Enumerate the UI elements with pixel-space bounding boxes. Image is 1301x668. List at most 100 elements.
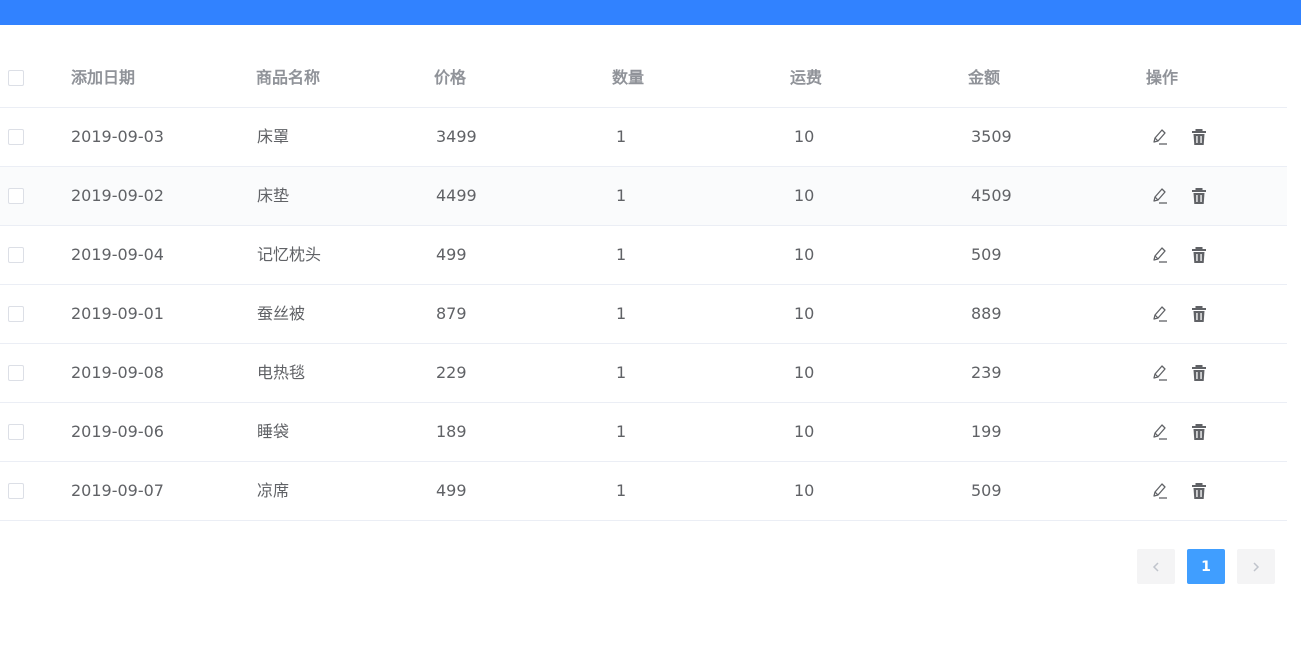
row-checkbox[interactable] [8,483,24,499]
cell-price: 879 [436,304,467,323]
cell-qty: 1 [616,304,627,323]
cell-total: 509 [971,481,1002,500]
edit-button[interactable] [1148,479,1172,503]
cell-shipping: 10 [794,481,815,500]
cell-total: 4509 [971,186,1012,205]
cell-name: 床垫 [257,186,290,205]
delete-icon [1192,424,1206,440]
cell-total: 889 [971,304,1002,323]
header-ops: 操作 [1146,68,1179,87]
cell-shipping: 10 [794,186,815,205]
chevron-right-icon [1253,561,1260,572]
row-actions [1148,479,1211,503]
header-date[interactable]: 添加日期 [71,49,135,107]
table-header: 添加日期 商品名称 价格 数量 运费 金额 操作 [0,49,1287,108]
edit-button[interactable] [1148,420,1172,444]
cell-price: 229 [436,363,467,382]
cell-price: 499 [436,481,467,500]
edit-button[interactable] [1148,243,1172,267]
edit-icon [1153,129,1167,145]
delete-button[interactable] [1187,125,1211,149]
cell-total: 199 [971,422,1002,441]
edit-icon [1153,306,1167,322]
top-bar [0,0,1301,25]
cell-total: 509 [971,245,1002,264]
delete-icon [1192,365,1206,381]
table-row: 2019-09-01 蚕丝被 879 1 10 889 [0,285,1287,344]
row-checkbox[interactable] [8,188,24,204]
cell-name: 床罩 [257,127,290,146]
cell-qty: 1 [616,127,627,146]
row-checkbox[interactable] [8,129,24,145]
cell-name: 睡袋 [257,422,290,441]
row-actions [1148,361,1211,385]
edit-button[interactable] [1148,184,1172,208]
delete-icon [1192,188,1206,204]
cell-qty: 1 [616,422,627,441]
delete-button[interactable] [1187,420,1211,444]
edit-icon [1153,247,1167,263]
cell-price: 189 [436,422,467,441]
table-row: 2019-09-06 睡袋 189 1 10 199 [0,403,1287,462]
table-row: 2019-09-02 床垫 4499 1 10 4509 [0,167,1287,226]
cell-name: 凉席 [257,481,290,500]
row-actions [1148,420,1211,444]
cell-date: 2019-09-01 [71,304,164,323]
cell-name: 电热毯 [257,363,306,382]
edit-icon [1153,188,1167,204]
edit-icon [1153,365,1167,381]
select-all-checkbox[interactable] [8,70,24,86]
row-actions [1148,125,1211,149]
cell-qty: 1 [616,186,627,205]
cell-shipping: 10 [794,422,815,441]
cell-date: 2019-09-04 [71,245,164,264]
cell-shipping: 10 [794,127,815,146]
cell-name: 蚕丝被 [257,304,306,323]
pagination: 1 [0,549,1301,584]
delete-button[interactable] [1187,184,1211,208]
delete-button[interactable] [1187,479,1211,503]
delete-button[interactable] [1187,243,1211,267]
table-row: 2019-09-03 床罩 3499 1 10 3509 [0,108,1287,167]
delete-icon [1192,129,1206,145]
cell-qty: 1 [616,245,627,264]
cell-date: 2019-09-03 [71,127,164,146]
cell-shipping: 10 [794,304,815,323]
next-page-button[interactable] [1237,549,1275,584]
edit-icon [1153,483,1167,499]
header-qty[interactable]: 数量 [612,49,644,107]
cell-shipping: 10 [794,363,815,382]
cell-price: 499 [436,245,467,264]
edit-button[interactable] [1148,125,1172,149]
edit-icon [1153,424,1167,440]
row-actions [1148,243,1211,267]
table-row: 2019-09-04 记忆枕头 499 1 10 509 [0,226,1287,285]
row-checkbox[interactable] [8,365,24,381]
cell-shipping: 10 [794,245,815,264]
prev-page-button[interactable] [1137,549,1175,584]
delete-button[interactable] [1187,302,1211,326]
table-row: 2019-09-08 电热毯 229 1 10 239 [0,344,1287,403]
row-checkbox[interactable] [8,306,24,322]
header-name[interactable]: 商品名称 [256,49,320,107]
header-total[interactable]: 金额 [968,49,1000,107]
cell-name: 记忆枕头 [257,245,322,264]
delete-button[interactable] [1187,361,1211,385]
edit-button[interactable] [1148,361,1172,385]
cell-price: 4499 [436,186,477,205]
cell-qty: 1 [616,481,627,500]
goods-table: 添加日期 商品名称 价格 数量 运费 金额 操作 2019-09-03 床罩 349… [0,49,1287,521]
cell-price: 3499 [436,127,477,146]
cell-total: 239 [971,363,1002,382]
edit-button[interactable] [1148,302,1172,326]
delete-icon [1192,483,1206,499]
row-checkbox[interactable] [8,247,24,263]
header-price[interactable]: 价格 [434,49,466,107]
cell-date: 2019-09-07 [71,481,164,500]
row-checkbox[interactable] [8,424,24,440]
page-number-1[interactable]: 1 [1187,549,1225,584]
cell-qty: 1 [616,363,627,382]
cell-total: 3509 [971,127,1012,146]
header-shipping[interactable]: 运费 [790,49,822,107]
delete-icon [1192,247,1206,263]
